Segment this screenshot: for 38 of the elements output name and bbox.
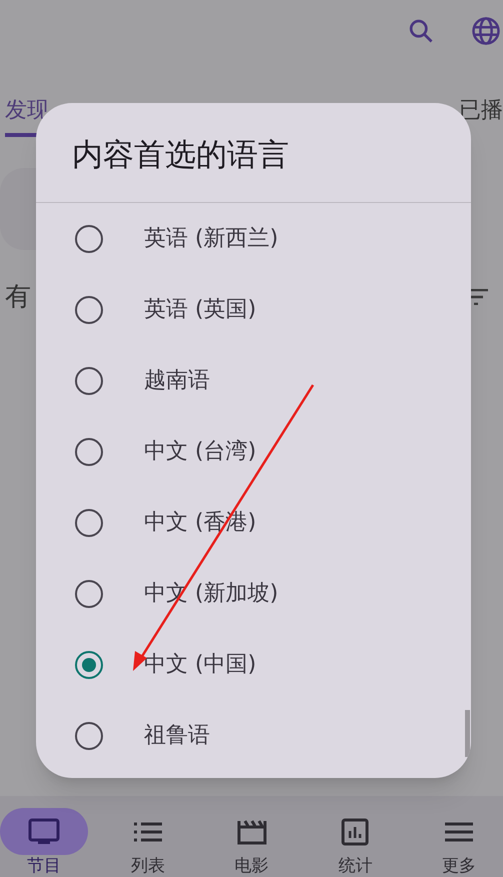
section-title: 有 [5,284,31,310]
option-label: 祖鲁语 [144,722,210,750]
nav-label: 更多 [442,858,476,875]
language-option[interactable]: 中文 (中国) [36,629,471,700]
radio-button[interactable] [75,650,103,678]
radio-button[interactable] [75,296,103,324]
radio-button[interactable] [75,224,103,252]
list-icon [134,822,162,842]
tv-icon [28,818,60,846]
nav-label: 列表 [130,858,165,875]
clapperboard-icon [236,818,266,844]
option-label: 英语 (英国) [144,296,256,324]
radio-button[interactable] [75,366,103,394]
nav-label: 电影 [234,858,268,875]
search-icon[interactable] [407,17,435,45]
language-option[interactable]: 中文 (台湾) [36,416,471,487]
scrollbar [465,710,470,757]
language-option[interactable]: 越南语 [36,345,471,416]
radio-button[interactable] [75,508,103,536]
menu-icon [445,822,473,842]
radio-button[interactable] [75,438,103,466]
option-label: 中文 (香港) [144,509,256,537]
radio-button[interactable] [75,580,103,608]
language-option[interactable]: 祖鲁语 [36,700,471,771]
nav-label: 统计 [338,858,372,875]
option-label: 中文 (台湾) [144,438,256,466]
option-label: 越南语 [144,367,210,395]
language-option[interactable]: 中文 (香港) [36,487,471,558]
nav-button[interactable] [0,808,88,855]
globe-icon[interactable] [471,16,501,46]
option-label: 英语 (新西兰) [144,225,278,253]
language-option[interactable]: 英语 (英国) [36,274,471,345]
language-option[interactable]: 英语 (新西兰) [36,203,471,274]
radio-button[interactable] [75,722,103,750]
nav-label: 节目 [27,858,61,875]
bar-chart-icon [341,818,370,846]
dialog-title: 内容首选的语言 [72,137,289,173]
option-label: 中文 (中国) [144,651,256,679]
